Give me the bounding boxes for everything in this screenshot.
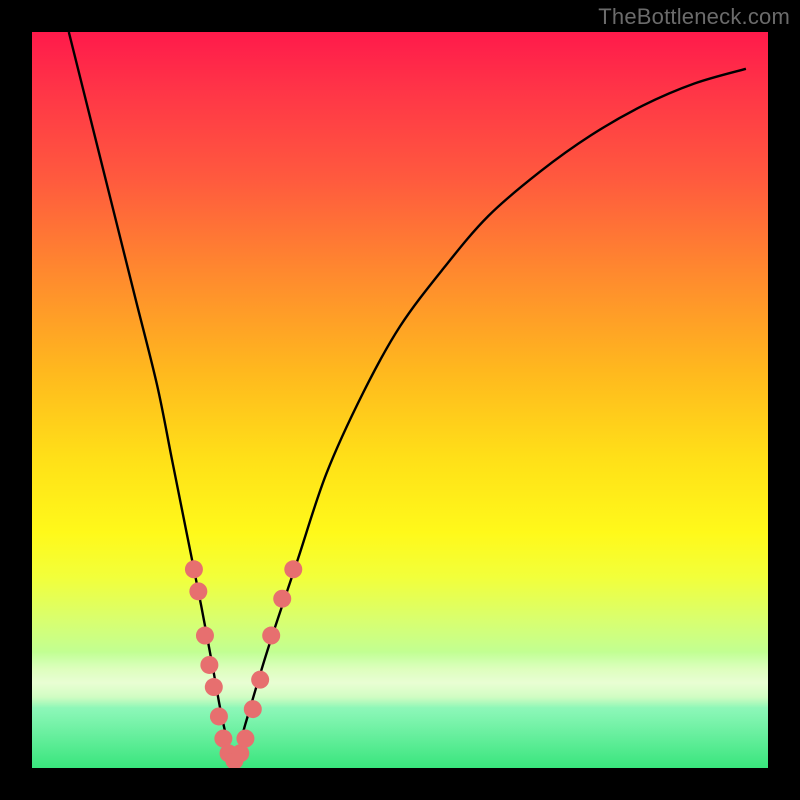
chart-svg: [32, 32, 768, 768]
curve-marker: [244, 700, 262, 718]
curve-line: [69, 32, 746, 761]
curve-marker: [200, 656, 218, 674]
chart-frame: TheBottleneck.com: [0, 0, 800, 800]
curve-marker: [251, 671, 269, 689]
curve-marker: [196, 627, 214, 645]
plot-area: [32, 32, 768, 768]
curve-markers: [185, 560, 302, 768]
curve-marker: [273, 590, 291, 608]
curve-marker: [185, 560, 203, 578]
curve-marker: [284, 560, 302, 578]
curve-marker: [205, 678, 223, 696]
curve-marker: [262, 627, 280, 645]
curve-marker: [236, 730, 254, 748]
curve-marker: [189, 582, 207, 600]
watermark-text: TheBottleneck.com: [598, 4, 790, 30]
bottleneck-curve: [69, 32, 746, 761]
curve-marker: [210, 707, 228, 725]
